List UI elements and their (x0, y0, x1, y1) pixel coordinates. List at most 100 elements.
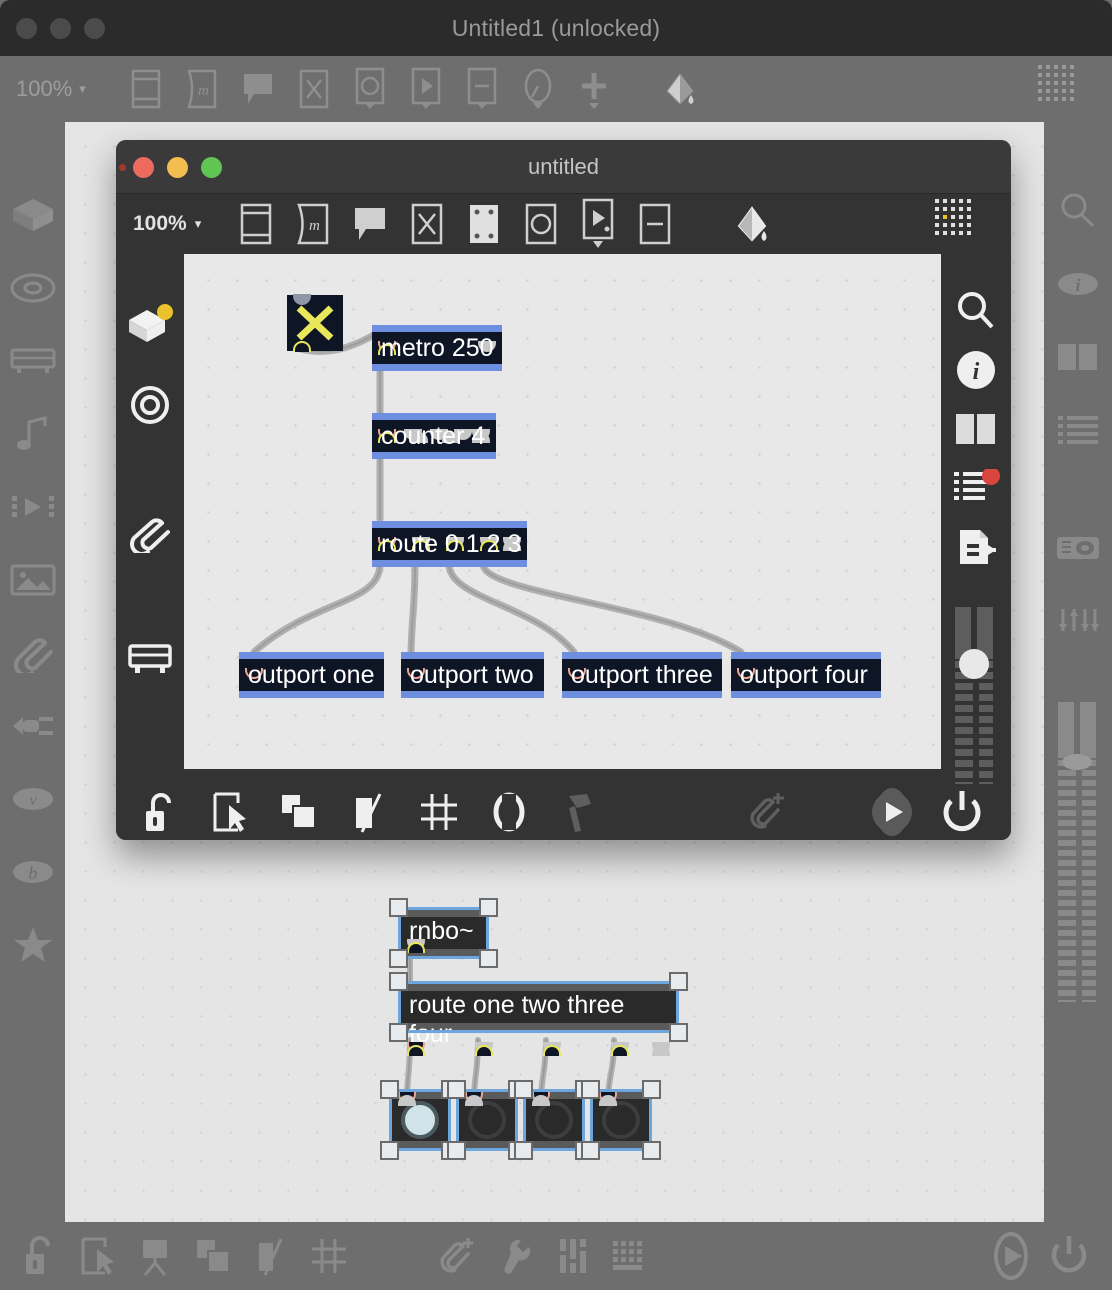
resize-handle-bl[interactable] (380, 1141, 399, 1160)
outlet-2[interactable] (543, 1045, 561, 1056)
object-body[interactable]: outport two (401, 652, 544, 698)
power-icon[interactable] (1040, 1224, 1098, 1288)
bach-icon[interactable]: b (1, 835, 65, 908)
outlet-0[interactable] (407, 1045, 425, 1056)
bang-icon[interactable] (512, 195, 569, 253)
button-icon[interactable] (455, 195, 512, 253)
object-body[interactable]: route 0 1 2 3 (372, 521, 527, 567)
gauge-icon[interactable] (510, 59, 566, 119)
slider-icon[interactable] (454, 59, 510, 119)
star-icon[interactable] (1, 908, 65, 981)
inner-close-button[interactable] (133, 157, 154, 178)
resize-handle-tl[interactable] (447, 1080, 466, 1099)
keyboard-icon[interactable] (116, 621, 184, 696)
toggle-icon[interactable] (398, 195, 455, 253)
resize-handle-tr[interactable] (642, 1080, 661, 1099)
object-body[interactable]: outport three (562, 652, 722, 698)
object-rnbo[interactable]: rnbo~ (389, 898, 498, 968)
playbar-icon[interactable] (569, 195, 626, 253)
comment-icon[interactable] (341, 195, 398, 253)
message-box-icon[interactable]: m (284, 195, 341, 253)
packages-icon[interactable] (1, 178, 65, 251)
align-icon[interactable] (242, 1224, 300, 1288)
resize-handle-bl[interactable] (447, 1141, 466, 1160)
outlet-0[interactable] (599, 1095, 617, 1106)
attach-add-icon[interactable] (428, 1224, 486, 1288)
resize-handle-br[interactable] (642, 1141, 661, 1160)
unlock-icon[interactable] (10, 1224, 68, 1288)
object-bang-3[interactable] (514, 1080, 594, 1160)
patcher-window-icon[interactable] (118, 59, 174, 119)
outlet-4[interactable] (652, 1045, 670, 1056)
search-icon[interactable] (942, 284, 1010, 339)
object-outport-four[interactable]: outport four (731, 652, 881, 698)
mixer-icon[interactable] (544, 1224, 602, 1288)
object-body[interactable]: metro 250 (372, 325, 502, 371)
resize-handle-bl[interactable] (389, 1023, 408, 1042)
resize-handle-bl[interactable] (514, 1141, 533, 1160)
image-icon[interactable] (1, 543, 65, 616)
inner-zoom-caret-icon[interactable]: ▾ (195, 216, 202, 232)
plus-icon[interactable] (566, 59, 622, 119)
resize-handle-tl[interactable] (581, 1080, 600, 1099)
resize-handle-tl[interactable] (380, 1080, 399, 1099)
bang-widget[interactable] (459, 1092, 515, 1148)
inner-patcher-canvas[interactable]: metro 250 counter 4 route 0 1 2 3 outpor… (184, 254, 941, 769)
object-body[interactable]: outport four (731, 652, 881, 698)
resize-handle-tr[interactable] (669, 972, 688, 991)
inner-traffic-lights[interactable] (133, 157, 222, 178)
outlet-0[interactable] (407, 942, 425, 953)
object-body[interactable]: counter 4 (372, 413, 496, 459)
object-body[interactable]: outport one (239, 652, 384, 698)
panes-icon[interactable] (1046, 320, 1110, 393)
object-counter[interactable]: counter 4 (372, 413, 496, 459)
comment-icon[interactable] (230, 59, 286, 119)
message-box-icon[interactable]: m (174, 59, 230, 119)
object-route[interactable]: route 0 1 2 3 (372, 521, 527, 567)
resize-handle-tr[interactable] (479, 898, 498, 917)
object-toggle[interactable] (287, 294, 343, 352)
grid-icon[interactable] (300, 1224, 358, 1288)
paperclip-icon[interactable] (1, 616, 65, 689)
slider-icon[interactable] (626, 195, 683, 253)
plug-icon[interactable] (1, 689, 65, 762)
patcher-window-icon[interactable] (227, 195, 284, 253)
outer-zoom-level[interactable]: 100% (16, 76, 72, 102)
info-icon[interactable]: i (942, 343, 1010, 398)
toggle-icon[interactable] (286, 59, 342, 119)
outlet-3[interactable] (611, 1045, 629, 1056)
outer-zoom-button[interactable] (84, 18, 105, 39)
resize-handle-br[interactable] (669, 1023, 688, 1042)
paint-bucket-icon[interactable] (652, 59, 708, 119)
bang-widget[interactable] (593, 1092, 649, 1148)
vizzie-icon[interactable]: v (1, 762, 65, 835)
resize-handle-tl[interactable] (389, 898, 408, 917)
outlet-0[interactable] (398, 1095, 416, 1106)
media-icon[interactable] (1, 470, 65, 543)
keyboard-icon[interactable] (602, 1224, 660, 1288)
object-bang-2[interactable] (447, 1080, 527, 1160)
object-outport-one[interactable]: outport one (239, 652, 384, 698)
refresh-icon[interactable] (474, 784, 544, 840)
grid-icon[interactable] (404, 784, 474, 840)
inner-minimize-button[interactable] (167, 157, 188, 178)
object-body[interactable]: rnbo~ (401, 910, 486, 956)
audio-power-icon[interactable] (982, 1224, 1040, 1288)
outer-minimize-button[interactable] (50, 18, 71, 39)
circle-target-icon[interactable] (1, 251, 65, 324)
object-metro[interactable]: metro 250 (372, 325, 502, 371)
search-icon[interactable] (1046, 174, 1110, 247)
attach-add-icon[interactable] (732, 784, 802, 840)
outer-zoom-caret-icon[interactable]: ▾ (79, 81, 86, 97)
object-bang-1[interactable] (380, 1080, 460, 1160)
wrench-icon[interactable] (486, 1224, 544, 1288)
object-body[interactable]: route one two three four (401, 984, 676, 1056)
resize-handle-br[interactable] (479, 949, 498, 968)
outer-level-meter[interactable] (1052, 702, 1104, 1002)
console-icon[interactable] (942, 461, 1010, 516)
button-icon[interactable] (342, 59, 398, 119)
inner-grid-icon[interactable] (933, 197, 983, 252)
outer-traffic-lights[interactable] (16, 18, 105, 39)
outlet-0[interactable] (465, 1095, 483, 1106)
resize-handle-tl[interactable] (514, 1080, 533, 1099)
